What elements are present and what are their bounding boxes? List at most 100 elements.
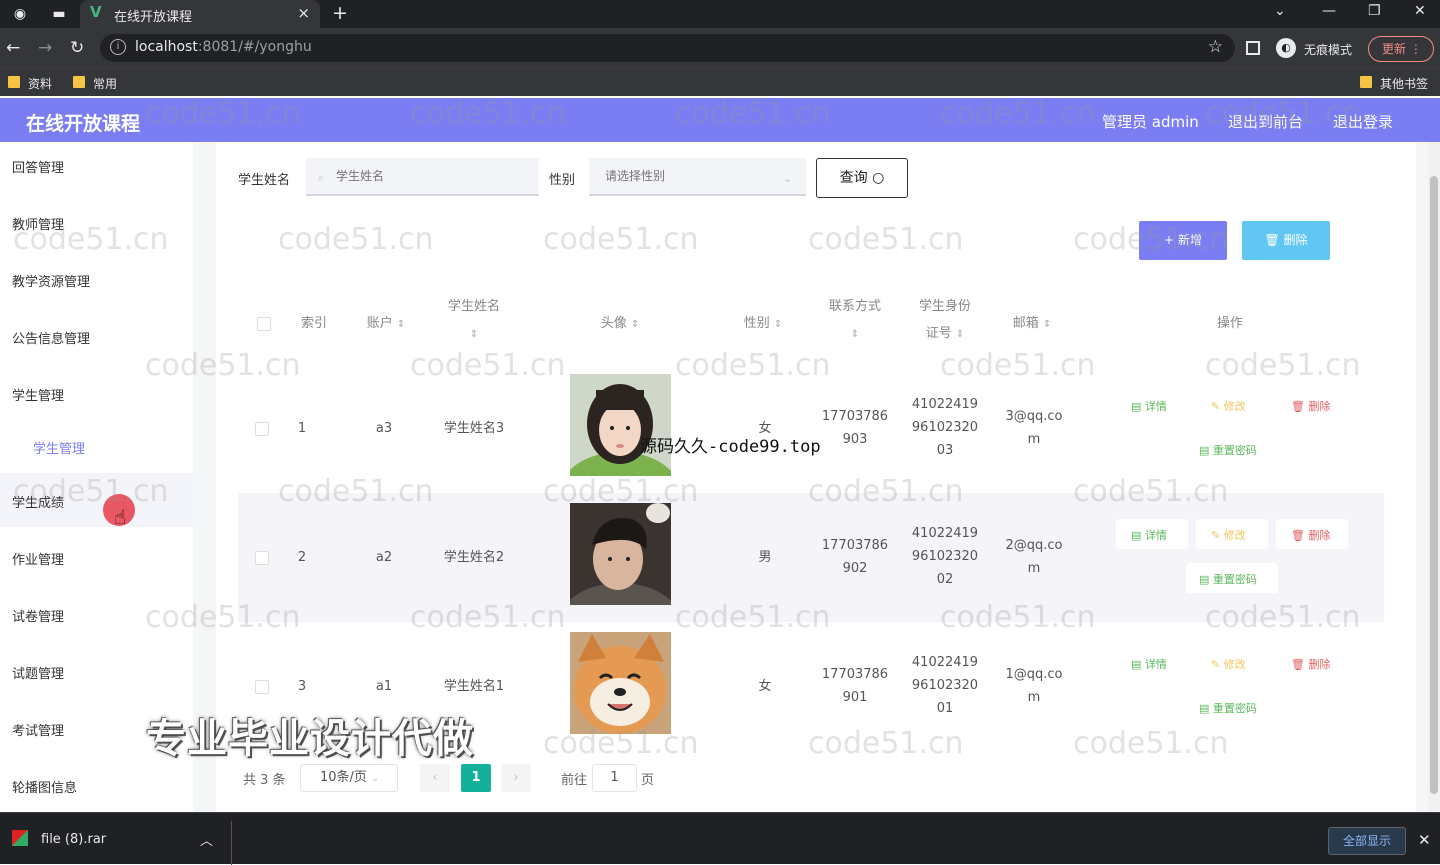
forward-icon[interactable]: →	[38, 38, 52, 58]
sort-icon[interactable]: ⇕	[631, 319, 639, 330]
row-checkbox[interactable]	[255, 680, 269, 694]
other-bookmarks[interactable]: 其他书签	[1360, 75, 1428, 92]
bookmark-star-icon[interactable]: ☆	[1208, 37, 1223, 57]
chevron-up-icon[interactable]: ︿	[200, 830, 213, 849]
side-panel-icon[interactable]	[1246, 41, 1260, 55]
sidebar-item-scores[interactable]: 学生成绩	[12, 492, 64, 511]
url-field[interactable]: i localhost:8081/#/yonghu ☆	[100, 34, 1235, 62]
close-window-icon[interactable]: ✕	[1414, 3, 1426, 19]
tab-close-icon[interactable]: ×	[297, 4, 310, 22]
bookmark-folder-changyong[interactable]: 常用	[73, 75, 117, 92]
query-button[interactable]: 查询 ○	[816, 158, 908, 198]
page-number-current[interactable]: 1	[461, 764, 491, 792]
back-icon[interactable]: ←	[6, 38, 20, 58]
col-idcard[interactable]: 学生身份 证号 ⇕	[908, 293, 982, 348]
delete-button[interactable]: 🗑 删除	[1291, 656, 1330, 672]
detail-button[interactable]: ▤ 详情	[1131, 656, 1167, 672]
table-row	[238, 493, 1384, 622]
phone-line: 17703786	[821, 667, 889, 682]
sidebar-item-notices[interactable]: 公告信息管理	[12, 328, 90, 347]
id-line: 96102320	[911, 549, 979, 564]
new-tab-button[interactable]: +	[332, 2, 348, 24]
sidebar-item-carousel[interactable]: 轮播图信息	[12, 777, 77, 796]
delete-button[interactable]: 🗑 删除	[1291, 527, 1330, 543]
sidebar-item-exams[interactable]: 考试管理	[12, 720, 64, 739]
id-line: 41022419	[911, 397, 979, 412]
sidebar-item-resources[interactable]: 教学资源管理	[12, 271, 90, 290]
col-account[interactable]: 账户 ⇕	[356, 310, 416, 338]
window-icon[interactable]: ▬	[50, 5, 68, 23]
restore-icon[interactable]: ❐	[1368, 3, 1381, 19]
sidebar-subitem-students[interactable]: 学生管理	[33, 438, 85, 457]
col-email[interactable]: 邮箱 ⇕	[1000, 310, 1064, 338]
col-avatar[interactable]: 头像 ⇕	[580, 310, 660, 338]
back-to-front-link[interactable]: 退出到前台	[1228, 111, 1303, 132]
col-gender[interactable]: 性别 ⇕	[728, 310, 798, 338]
sidebar-item-students[interactable]: 学生管理	[12, 385, 64, 404]
cell-phone: 17703786 901	[812, 663, 898, 709]
edit-button[interactable]: ✎ 修改	[1211, 656, 1246, 672]
batch-delete-button[interactable]: 🗑 删除	[1242, 221, 1330, 260]
detail-button[interactable]: ▤ 详情	[1131, 398, 1167, 414]
prev-page-button[interactable]: ‹	[420, 764, 450, 792]
select-all-checkbox[interactable]	[257, 317, 271, 331]
page-size-select[interactable]: 10条/页 ⌄	[300, 764, 398, 792]
bookmarks-bar: 资料 常用 其他书签	[0, 68, 1440, 96]
delete-button[interactable]: 🗑 删除	[1291, 398, 1330, 414]
edit-label: 修改	[1223, 400, 1246, 413]
avatar	[570, 374, 671, 476]
delete-label: 删除	[1308, 400, 1331, 413]
sidebar-item-teachers[interactable]: 教师管理	[12, 214, 64, 233]
sort-icon[interactable]: ⇕	[774, 319, 782, 330]
col-phone[interactable]: 联系方式 ⇕	[818, 293, 892, 348]
update-button[interactable]: 更新 ⋮	[1368, 36, 1434, 62]
sort-icon[interactable]: ⇕	[397, 319, 405, 330]
sidebar-item-papers[interactable]: 试卷管理	[12, 606, 64, 625]
browser-tab[interactable]: V 在线开放课程 ×	[80, 0, 320, 28]
detail-label: 详情	[1144, 658, 1167, 671]
sidebar-item-questions[interactable]: 试题管理	[12, 663, 64, 682]
download-file-name[interactable]: file (8).rar	[41, 832, 106, 847]
reset-password-button[interactable]: ▤ 重置密码	[1199, 700, 1257, 716]
logout-link[interactable]: 退出登录	[1333, 111, 1393, 132]
sidebar-item-homework[interactable]: 作业管理	[12, 549, 64, 568]
cell-account: a3	[375, 421, 393, 436]
scrollbar-thumb[interactable]	[1430, 176, 1438, 794]
reset-password-button[interactable]: ▤ 重置密码	[1199, 571, 1257, 587]
col-avatar-label: 头像	[600, 316, 627, 331]
browser-menu-icon[interactable]: ◉	[11, 5, 29, 23]
cell-idcard: 41022419 96102320 02	[902, 522, 988, 591]
reload-icon[interactable]: ↻	[70, 38, 84, 58]
add-button[interactable]: + 新增	[1139, 221, 1227, 260]
reset-password-button[interactable]: ▤ 重置密码	[1199, 442, 1257, 458]
sort-icon[interactable]: ⇕	[1043, 319, 1051, 330]
divider	[231, 821, 232, 865]
student-name-input[interactable]	[306, 158, 539, 196]
sort-icon[interactable]: ⇕	[470, 329, 478, 340]
bookmark-folder-ziliao[interactable]: 资料	[8, 75, 52, 92]
admin-user-label: 管理员 admin	[1102, 113, 1199, 131]
col-name[interactable]: 学生姓名 ⇕	[438, 293, 510, 348]
query-label: 查询	[839, 170, 868, 186]
tab-search-icon[interactable]: ⌄	[1274, 3, 1286, 19]
show-all-downloads-button[interactable]: 全部显示	[1328, 827, 1406, 855]
minimize-icon[interactable]: —	[1322, 3, 1336, 19]
sort-icon[interactable]: ⇕	[956, 329, 964, 340]
goto-label: 前往	[561, 773, 588, 788]
row-checkbox[interactable]	[255, 422, 269, 436]
col-gender-label: 性别	[743, 316, 770, 331]
next-page-button[interactable]: ›	[501, 764, 531, 792]
goto-page-input[interactable]: 1	[592, 764, 637, 792]
sort-icon[interactable]: ⇕	[851, 329, 859, 340]
id-line: 03	[936, 443, 954, 458]
gender-label: 性别	[549, 173, 576, 188]
row-checkbox[interactable]	[255, 551, 269, 565]
site-info-icon[interactable]: i	[110, 39, 126, 55]
edit-button[interactable]: ✎ 修改	[1211, 527, 1246, 543]
close-icon[interactable]: ✕	[1418, 831, 1431, 849]
vue-logo-icon: V	[90, 3, 102, 21]
detail-button[interactable]: ▤ 详情	[1131, 527, 1167, 543]
edit-button[interactable]: ✎ 修改	[1211, 398, 1246, 414]
sidebar-item-answers[interactable]: 回答管理	[12, 157, 64, 176]
gender-select[interactable]	[589, 158, 806, 196]
